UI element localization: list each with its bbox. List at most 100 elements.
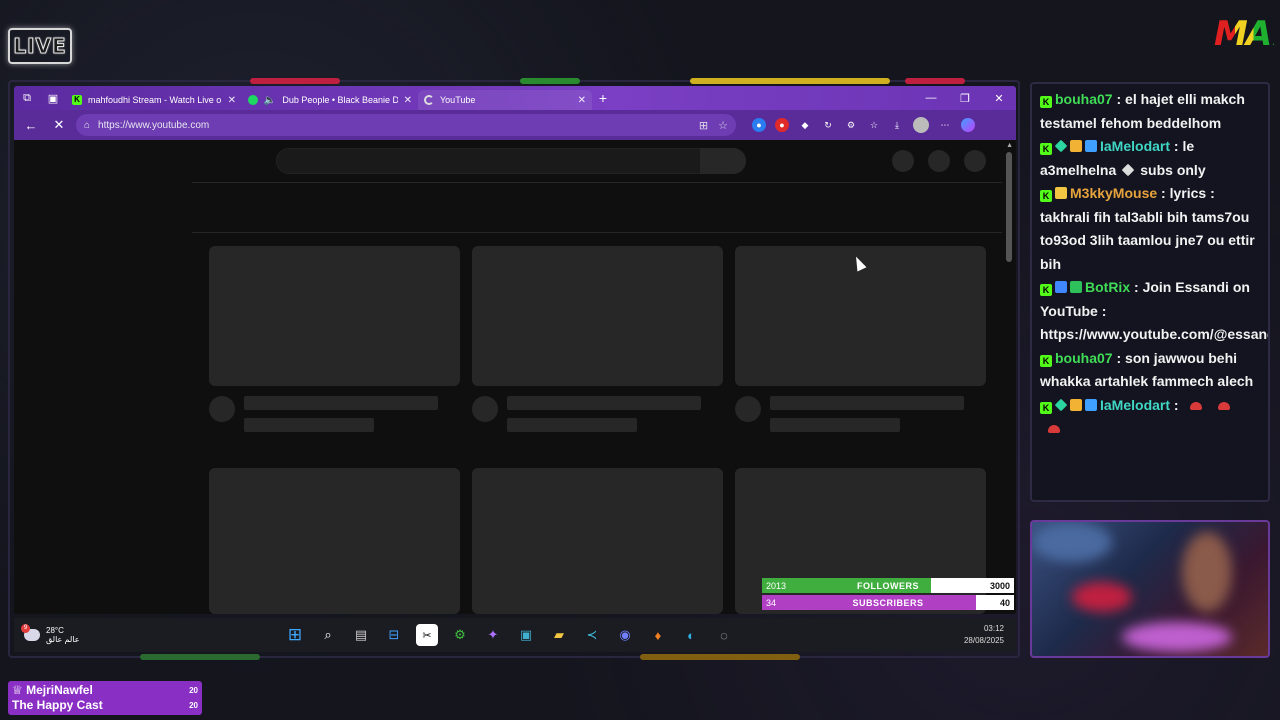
- file-explorer-icon[interactable]: ▰: [548, 624, 570, 646]
- chat-message: Kbouha07 : son jawwou behi whakka artahl…: [1040, 347, 1260, 394]
- now-playing-num2: 20: [189, 701, 198, 710]
- emote-icon: [1190, 401, 1203, 410]
- close-icon[interactable]: ✕: [404, 95, 412, 106]
- profile-avatar[interactable]: [913, 117, 929, 133]
- video-thumbnail-skeleton: [209, 246, 460, 386]
- tab-spotify[interactable]: 🔈 Dub People • Black Beanie D ✕: [242, 90, 418, 110]
- title-skeleton: [507, 396, 701, 410]
- neon-accent: [520, 78, 580, 84]
- tab-title: mahfoudhi Stream - Watch Live o: [88, 95, 222, 105]
- app-available-icon[interactable]: ⊞: [699, 119, 708, 132]
- search-icon[interactable]: ⌕: [317, 624, 339, 646]
- close-window-icon[interactable]: ✕: [982, 92, 1016, 105]
- chat-message: K M3kkyMouse : lyrics : takhrali fih tal3…: [1040, 182, 1260, 276]
- grid-badge-icon: [1085, 398, 1097, 411]
- site-info-icon[interactable]: ⌂: [84, 120, 90, 131]
- copilot-app-icon[interactable]: ✦: [482, 624, 504, 646]
- extension-diamond-icon[interactable]: ◆: [798, 118, 812, 132]
- refresh-extension-icon[interactable]: ↻: [821, 118, 835, 132]
- chat-username[interactable]: IaMelodart: [1100, 397, 1170, 413]
- minimize-icon[interactable]: —: [914, 92, 948, 105]
- emote-icon: [1048, 425, 1060, 433]
- avatar-skeleton: [964, 150, 986, 172]
- capcut-icon[interactable]: ✂: [416, 624, 438, 646]
- emote-icon: [1121, 163, 1135, 176]
- chat-separator: :: [1170, 396, 1183, 413]
- page-viewport: ▲: [14, 140, 1016, 614]
- chat-message: Kbouha07 : el hajet elli makch testamel …: [1040, 88, 1260, 135]
- extensions-icon[interactable]: ⚙: [844, 118, 858, 132]
- weather-location: عالم عالق: [46, 635, 80, 644]
- chat-panel: Kbouha07 : el hajet elli makch testamel …: [1030, 82, 1270, 502]
- fl-studio-icon[interactable]: ♦: [647, 624, 669, 646]
- chat-separator: :: [1157, 185, 1170, 201]
- speaker-icon[interactable]: 🔈: [264, 95, 276, 106]
- emote-icon: [1218, 401, 1231, 410]
- scroll-up-icon[interactable]: ▲: [1006, 142, 1013, 149]
- obs-icon[interactable]: ◌: [713, 624, 735, 646]
- url-text: https://www.youtube.com: [98, 119, 210, 131]
- neon-accent: [905, 78, 965, 84]
- now-playing-line1: ♕ MejriNawfel: [12, 683, 93, 697]
- stop-loading-icon[interactable]: ✕: [48, 117, 70, 133]
- close-icon[interactable]: ✕: [228, 95, 236, 106]
- workspaces-icon[interactable]: ⧉: [14, 86, 40, 110]
- copilot-icon[interactable]: [961, 118, 975, 132]
- app-window-icon[interactable]: ▣: [515, 624, 537, 646]
- favorites-icon[interactable]: ☆: [867, 118, 881, 132]
- close-icon[interactable]: ✕: [578, 95, 586, 106]
- extension-icon[interactable]: ●: [752, 118, 766, 132]
- divider: [192, 232, 1002, 233]
- task-view-icon[interactable]: ▤: [350, 624, 372, 646]
- meta-skeleton: [507, 418, 637, 432]
- extension-icon[interactable]: ●: [775, 118, 789, 132]
- new-tab-button[interactable]: +: [592, 90, 614, 106]
- edge-browser-icon[interactable]: ◐: [680, 624, 702, 646]
- chat-username[interactable]: BotRix: [1085, 279, 1130, 295]
- weather-widget[interactable]: 9 28°C عالم عالق: [14, 624, 284, 644]
- followers-goal: 2013 FOLLOWERS 3000: [762, 578, 1014, 593]
- diamond-badge-icon: [1054, 139, 1068, 153]
- download-icon[interactable]: ⤓: [890, 118, 904, 132]
- scrollbar-thumb[interactable]: [1006, 152, 1012, 262]
- video-thumbnail-skeleton: [209, 468, 460, 614]
- k-badge-icon: K: [1040, 96, 1052, 108]
- favorite-star-icon[interactable]: ☆: [718, 119, 728, 132]
- k-badge-icon: K: [1040, 354, 1052, 367]
- restore-icon[interactable]: ❐: [948, 92, 982, 105]
- diamond-badge-icon: [1054, 398, 1068, 411]
- chat-separator: :: [1112, 91, 1126, 107]
- tab-youtube[interactable]: YouTube ✕: [418, 90, 592, 110]
- windows-start-icon[interactable]: ⊞: [284, 624, 306, 646]
- followers-label: FOLLOWERS: [857, 580, 919, 591]
- system-clock[interactable]: 03:12 28/08/2025: [964, 623, 1016, 647]
- goal-bars: 2013 FOLLOWERS 3000 34 SUBSCRIBERS 40: [762, 578, 1014, 612]
- channel-avatar-skeleton: [209, 396, 235, 422]
- now-playing-num1: 20: [189, 686, 198, 695]
- android-app-icon[interactable]: ⚙: [449, 624, 471, 646]
- more-menu-icon[interactable]: ⋯: [938, 118, 952, 132]
- meta-skeleton: [770, 418, 900, 432]
- chat-username[interactable]: bouha07: [1055, 350, 1113, 366]
- tab-title: Dub People • Black Beanie D: [282, 95, 398, 105]
- discord-icon[interactable]: ◉: [614, 624, 636, 646]
- neon-accent: [140, 654, 260, 660]
- chat-username[interactable]: IaMelodart: [1100, 138, 1170, 154]
- now-playing-widget: ♕ MejriNawfel 20 The Happy Cast 20: [8, 681, 202, 715]
- neon-accent: [690, 78, 890, 84]
- live-badge: LIVE: [8, 28, 72, 64]
- subscribers-label: SUBSCRIBERS: [852, 597, 924, 608]
- coin-badge-icon: [1070, 140, 1082, 152]
- window-controls: — ❐ ✕: [914, 92, 1016, 105]
- clock-date: 28/08/2025: [963, 636, 1004, 645]
- chat-username[interactable]: bouha07: [1055, 91, 1113, 107]
- title-skeleton: [244, 396, 438, 410]
- back-icon[interactable]: ←: [20, 118, 42, 133]
- tab-actions-icon[interactable]: ▣: [40, 86, 66, 110]
- url-field[interactable]: ⌂ https://www.youtube.com ⊞ ☆: [76, 114, 736, 136]
- vscode-icon[interactable]: ≺: [581, 624, 603, 646]
- notification-badge: 9: [21, 624, 30, 633]
- tab-kick-stream[interactable]: K mahfoudhi Stream - Watch Live o ✕: [66, 90, 242, 110]
- network-app-icon[interactable]: ⊟: [383, 624, 405, 646]
- chat-username[interactable]: M3kkyMouse: [1070, 185, 1157, 201]
